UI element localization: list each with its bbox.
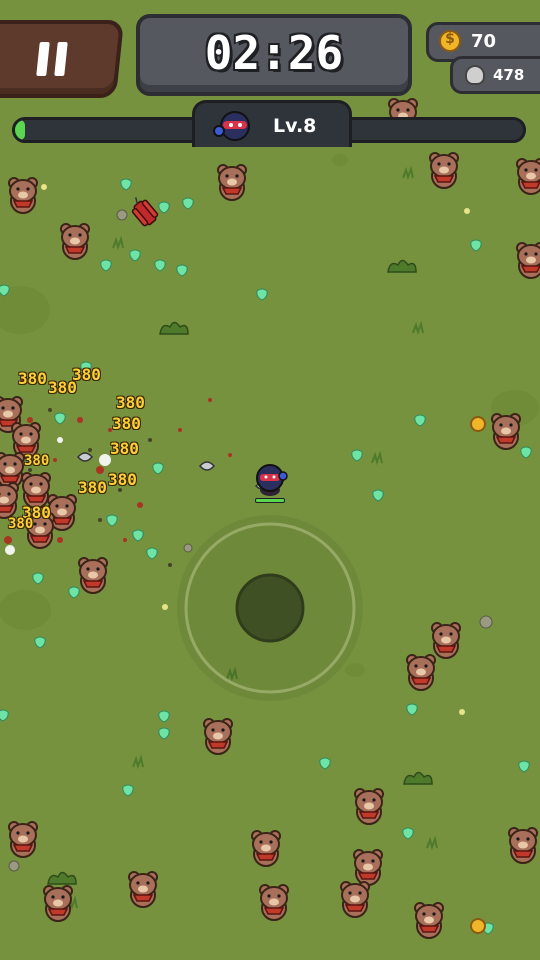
timer-panel: 02:26 (136, 14, 412, 96)
damage-number: 380 (8, 516, 34, 532)
coin-icon (439, 30, 461, 52)
damage-number: 380 (116, 393, 145, 412)
virtual-joystick[interactable] (177, 515, 363, 701)
damage-number: 380 (18, 369, 47, 388)
level-badge: Lv.8 (192, 100, 352, 147)
coin-pickup (470, 416, 486, 934)
damage-number: 380 (110, 439, 139, 458)
dynamite-pickup (131, 197, 159, 227)
pause-button[interactable] (0, 20, 125, 98)
kill-counter: 478 (450, 56, 540, 94)
damage-number: 380 (78, 478, 107, 497)
damage-number: 380 (24, 453, 50, 469)
skull-icon (465, 65, 485, 85)
pause-icon (36, 42, 50, 76)
damage-number: 380 (112, 414, 141, 433)
xp-progress-fill (15, 120, 26, 140)
player-avatar-icon (213, 111, 250, 141)
pause-icon (54, 42, 68, 76)
damage-number: 380 (72, 365, 101, 384)
coin-count: 70 (471, 31, 497, 52)
damage-number: 380 (108, 470, 137, 489)
game-timer: 02:26 (204, 26, 344, 80)
kill-count: 478 (493, 66, 525, 84)
level-label: Lv.8 (273, 115, 317, 137)
player-character (255, 464, 288, 503)
